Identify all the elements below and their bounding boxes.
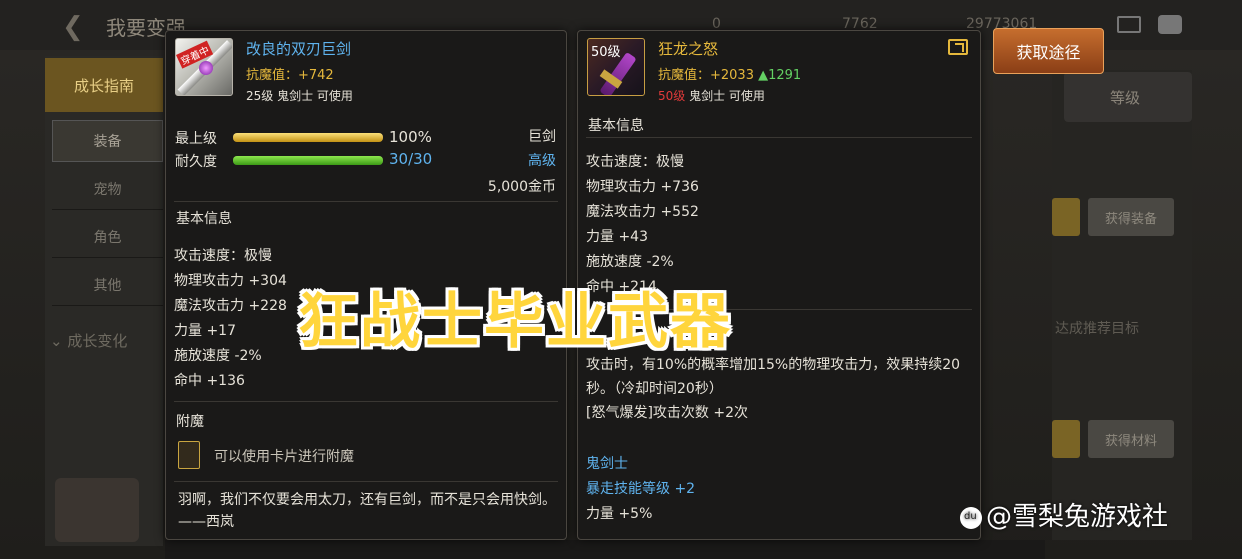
rarity: 高级 xyxy=(528,153,556,169)
item-requirement: 50级 鬼剑士 可使用 xyxy=(658,89,765,103)
back-arrow-icon[interactable]: ❮ xyxy=(62,12,84,42)
anti-magic-increase: ▲1291 xyxy=(758,68,802,83)
strength-bonus: 力量 +5% xyxy=(586,506,653,522)
get-material-button[interactable]: 获得材料 xyxy=(1088,420,1174,458)
enchant-text: 可以使用卡片进行附魔 xyxy=(214,449,354,465)
watermark: @雪梨兔游戏社 xyxy=(960,496,1168,533)
sidebar-item-pet[interactable]: 宠物 xyxy=(52,168,163,210)
effect-line: [怒气爆发]攻击次数 +2次 xyxy=(586,405,749,421)
anti-magic-value: 抗魔值：+742 xyxy=(246,68,334,83)
stat-line: 物理攻击力 +736 xyxy=(586,179,699,195)
gold-tab-1[interactable] xyxy=(1052,198,1080,236)
stat-line: 物理攻击力 +304 xyxy=(174,273,287,289)
get-equipment-button[interactable]: 获得装备 xyxy=(1088,198,1174,236)
stat-line: 魔法攻击力 +552 xyxy=(586,204,699,220)
stat-line: 攻击速度：极慢 xyxy=(586,154,684,170)
mail-icon[interactable] xyxy=(1117,16,1141,33)
anti-magic-value: 抗魔值：+2033 ▲1291 xyxy=(658,68,802,83)
chat-icon[interactable] xyxy=(1158,15,1182,34)
bottom-strip xyxy=(165,540,1045,559)
level-filter[interactable]: 等级 xyxy=(1064,72,1192,122)
stat-line: 力量 +43 xyxy=(586,229,648,245)
basic-info-title: 基本信息 xyxy=(176,211,232,227)
item-name: 狂龙之怒 xyxy=(658,40,719,58)
stat-line: 力量 +17 xyxy=(174,323,236,339)
max-level-label: 最上级 xyxy=(175,131,217,147)
right-panel xyxy=(1052,70,1192,540)
enchant-title: 附魔 xyxy=(176,414,204,430)
basic-info-title: 基本信息 xyxy=(588,118,644,134)
level-tag: 50级 xyxy=(591,45,621,60)
sidebar-growth-change[interactable]: ⌄ 成长变化 xyxy=(50,330,127,351)
divider xyxy=(586,137,972,138)
max-level-bar xyxy=(233,133,383,142)
gold-tab-2[interactable] xyxy=(1052,420,1080,458)
max-level-value: 100% xyxy=(389,128,432,146)
greatsword-icon: 穿着中 xyxy=(175,38,233,96)
sidebar-main-tab[interactable]: 成长指南 xyxy=(45,58,163,112)
divider xyxy=(174,401,558,402)
flavor-text: 羽啊，我们不仅要会用太刀，还有巨剑，而不是只会用快剑。 ——西岚 xyxy=(178,492,556,530)
class-name: 鬼剑士 xyxy=(586,456,628,472)
recommend-text: 达成推荐目标 xyxy=(1055,321,1139,337)
enchant-slot[interactable] xyxy=(178,441,200,469)
durability-value: 30/30 xyxy=(389,150,433,168)
weapon-type: 巨剑 xyxy=(528,129,556,145)
item-name: 改良的双刃巨剑 xyxy=(246,40,352,58)
stat-line: 施放速度 -2% xyxy=(586,254,674,270)
dragon-sword-icon: 50级 xyxy=(587,38,645,96)
price: 5,000金币 xyxy=(487,179,556,195)
divider xyxy=(174,481,558,482)
share-icon[interactable] xyxy=(948,39,968,55)
sidebar-item-other[interactable]: 其他 xyxy=(52,264,163,306)
effect-line: 攻击时，有10%的概率增加15%的物理攻击力，效果持续20秒。（冷却时间20秒） xyxy=(586,357,961,397)
sidebar-item-character[interactable]: 角色 xyxy=(52,216,163,258)
get-source-button[interactable]: 获取途径 xyxy=(993,28,1104,74)
paw-logo-icon xyxy=(960,506,982,529)
stat-line: 命中 +136 xyxy=(174,373,245,389)
durability-label: 耐久度 xyxy=(175,154,217,170)
item-requirement: 25级 鬼剑士 可使用 xyxy=(246,89,353,103)
stat-line: 攻击速度：极慢 xyxy=(174,248,272,264)
avatar xyxy=(55,478,139,542)
sidebar-item-equipment[interactable]: 装备 xyxy=(52,120,163,162)
durability-bar xyxy=(233,156,383,165)
stat-line: 魔法攻击力 +228 xyxy=(174,298,287,314)
divider xyxy=(174,201,558,202)
stat-line: 施放速度 -2% xyxy=(174,348,262,364)
skill-bonus: 暴走技能等级 +2 xyxy=(586,481,696,497)
overlay-title: 狂战士毕业武器 xyxy=(298,287,732,357)
